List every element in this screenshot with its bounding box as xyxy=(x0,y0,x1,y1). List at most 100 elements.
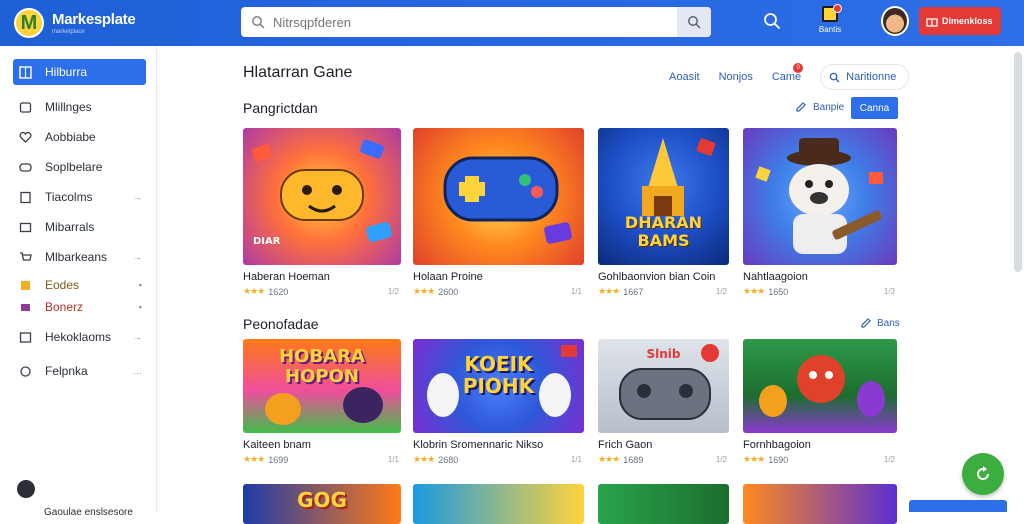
game-thumbnail xyxy=(743,484,897,524)
sidebar-item-label: Mibarrals xyxy=(45,220,95,234)
game-side: 1/1 xyxy=(570,287,582,296)
sidebar-item-label: Felpnka xyxy=(45,364,88,378)
section-link-2[interactable]: Bans xyxy=(860,317,900,329)
notification-dot xyxy=(833,4,842,13)
section-link-1[interactable]: Banpie xyxy=(795,101,844,113)
character-icon xyxy=(755,138,883,254)
section-title-2: Peonofadae xyxy=(243,316,319,332)
search-icon xyxy=(252,16,265,29)
square-icon: ▪ xyxy=(138,302,142,312)
game-side: 1/3 xyxy=(883,287,895,296)
box-icon xyxy=(19,222,32,232)
game-card[interactable] xyxy=(598,484,729,524)
game-rating: 1667 xyxy=(623,286,644,297)
game-title: Frich Gaon xyxy=(598,439,653,451)
fab-button[interactable] xyxy=(962,453,1004,495)
scrollbar[interactable] xyxy=(1014,52,1022,272)
sidebar-footer: Gaoulae enslsesore xyxy=(44,507,133,518)
logo-badge-icon: M xyxy=(14,8,44,38)
game-rating: 2600 xyxy=(438,286,459,297)
game-meta: ★★★ 1620 1/2 xyxy=(243,286,401,297)
game-title: Gohlbaonvion bian Coin xyxy=(598,271,716,283)
thumbnail-art-text: KOEIK PIOHK xyxy=(462,352,535,398)
game-rating: 1650 xyxy=(768,286,789,297)
app-name: Markesplate xyxy=(52,11,136,28)
search-input[interactable] xyxy=(273,8,677,36)
sidebar-item-9[interactable]: Hekoklaoms → xyxy=(13,324,146,350)
avatar[interactable] xyxy=(881,6,909,36)
tab-button[interactable]: Naritionne xyxy=(820,64,910,90)
character-icon xyxy=(759,355,885,417)
tab-0[interactable]: Aoasit xyxy=(669,71,700,83)
top-bar: M Markesplate marketplace Bantis Dimenkl… xyxy=(0,0,1024,46)
sidebar-item-0[interactable]: Hilburra xyxy=(13,59,146,85)
app-logo[interactable]: M Markesplate marketplace xyxy=(14,8,234,38)
game-card[interactable]: HOBARA HOPON Kaiteen bnam ★★★ 1699 1/1 xyxy=(243,339,401,465)
sidebar-item-1[interactable]: Mlillnges xyxy=(13,94,146,120)
game-card[interactable]: Slnib Frich Gaon ★★★ 1689 1/2 xyxy=(598,339,729,465)
sidebar-item-4[interactable]: Tiacolms → xyxy=(13,184,146,210)
game-title: Klobrin Sromennaric Nikso xyxy=(413,439,544,451)
tab-2[interactable]: Came 0 xyxy=(772,63,804,83)
sidebar-item-label: Hilburra xyxy=(45,65,88,79)
sidebar-item-label: Tiacolms xyxy=(45,190,93,204)
sidebar-item-6[interactable]: Mlbarkeans → xyxy=(13,244,146,270)
bell-icon xyxy=(822,4,842,22)
search-bar xyxy=(241,7,711,37)
sidebar-item-3[interactable]: Soplbelare xyxy=(13,154,146,180)
game-side: 1/1 xyxy=(387,455,399,464)
code-icon xyxy=(21,280,30,290)
game-side: 1/2 xyxy=(715,287,727,296)
game-meta: ★★★ 1689 1/2 xyxy=(598,454,729,465)
settings-icon xyxy=(20,365,31,377)
tab-1[interactable]: Nonjos xyxy=(719,71,753,83)
game-card[interactable]: DHARAN BAMS Gohlbaonvion bian Coin ★★★ 16… xyxy=(598,128,729,297)
game-card[interactable] xyxy=(743,484,897,524)
tab-badge: 0 xyxy=(793,63,804,73)
sidebar-item-label: Eodes xyxy=(45,278,80,292)
refresh-icon xyxy=(977,466,989,480)
rating-stars-icon: ★★★ xyxy=(743,454,765,464)
thumbnail-art-text: HOBARA HOPON xyxy=(279,346,365,387)
edit-icon xyxy=(796,102,806,112)
game-thumbnail: HOBARA HOPON xyxy=(243,339,401,433)
sidebar-item-label: Bonerz xyxy=(45,300,84,314)
section-link-label: Bans xyxy=(877,317,900,329)
game-card[interactable]: Fornhbagoion ★★★ 1690 1/2 xyxy=(743,339,897,465)
notification-button[interactable]: Bantis xyxy=(816,4,844,40)
sidebar-item-label: Aobbiabe xyxy=(45,130,96,144)
section-button[interactable]: Canna xyxy=(851,97,898,119)
game-thumbnail: DHARAN BAMS xyxy=(598,128,729,265)
rating-stars-icon: ★★★ xyxy=(743,286,765,296)
game-rating: 1690 xyxy=(768,454,789,465)
game-card[interactable]: Nahtlaagoion ★★★ 1650 1/3 xyxy=(743,128,897,297)
chevron-right-icon: → xyxy=(133,192,142,202)
sidebar-item-5[interactable]: Mibarrals xyxy=(13,214,146,240)
gamepad-icon xyxy=(443,156,572,244)
tab-button-label: Naritionne xyxy=(846,71,897,83)
chat-bar[interactable] xyxy=(909,500,1007,512)
sidebar-item-10[interactable]: Felpnka … xyxy=(13,358,146,384)
game-title: Kaiteen bnam xyxy=(243,439,311,451)
game-rating: 1689 xyxy=(623,454,644,465)
game-card[interactable]: GOG xyxy=(243,484,401,524)
help-icon[interactable] xyxy=(17,480,35,498)
game-thumbnail: KOEIK PIOHK xyxy=(413,339,584,433)
square-icon: ▪ xyxy=(138,280,142,290)
game-card[interactable]: KOEIK PIOHK Klobrin Sromennaric Nikso ★★… xyxy=(413,339,584,465)
search-button[interactable] xyxy=(677,7,711,37)
sidebar-item-2[interactable]: Aobbiabe xyxy=(13,124,146,150)
game-card[interactable]: DIAR Haberan Hoeman ★★★ 1620 1/2 xyxy=(243,128,401,297)
game-card[interactable] xyxy=(413,484,584,524)
game-card[interactable]: Holaan Proine ★★★ 2600 1/1 xyxy=(413,128,584,297)
cta-button[interactable]: Dimenkloss xyxy=(919,7,1001,35)
search-icon[interactable] xyxy=(762,11,782,31)
bookmark-icon xyxy=(21,303,30,311)
sidebar-item-label: Hekoklaoms xyxy=(45,330,112,344)
thumbnail-art-text: GOG xyxy=(297,488,347,512)
game-side: 1/2 xyxy=(715,455,727,464)
game-thumbnail: Slnib xyxy=(598,339,729,433)
game-title: Nahtlaagoion xyxy=(743,271,808,283)
thumbnail-art-text: Slnib xyxy=(646,347,681,361)
sidebar-item-8[interactable]: Bonerz ▪ xyxy=(13,294,146,320)
